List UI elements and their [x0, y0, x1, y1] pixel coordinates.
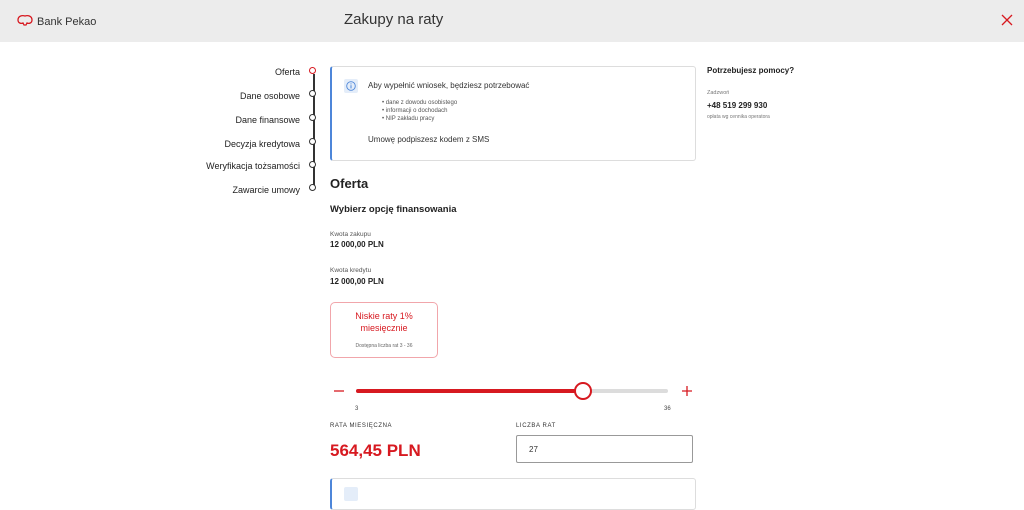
step-dane-finansowe[interactable]: Dane finansowe	[180, 115, 300, 125]
installments-slider-track[interactable]	[356, 389, 668, 393]
info-footer: Umowę podpiszesz kodem z SMS	[368, 135, 490, 144]
info-title: Aby wypełnić wniosek, będziesz potrzebow…	[368, 81, 530, 90]
step-dot	[309, 114, 316, 121]
slider-max-label: 36	[664, 406, 671, 412]
brand-logo[interactable]: Bank Pekao	[17, 13, 96, 31]
decrease-button[interactable]	[332, 384, 346, 398]
step-decyzja-kredytowa[interactable]: Decyzja kredytowa	[180, 139, 300, 149]
increase-button[interactable]	[680, 384, 694, 398]
installments-count-input[interactable]	[516, 435, 693, 463]
option-title-line2: miesięcznie	[360, 323, 408, 333]
step-dot	[309, 90, 316, 97]
monthly-payment-label: RATA MIESIĘCZNA	[330, 423, 393, 429]
second-info-box	[330, 478, 696, 510]
credit-amount-label: Kwota kredytu	[330, 267, 372, 274]
close-icon[interactable]	[1000, 13, 1014, 27]
info-icon	[344, 487, 358, 501]
step-dot	[309, 161, 316, 168]
monthly-payment-value: 564,45 PLN	[330, 441, 421, 460]
list-item: dane z dowodu osobistego	[382, 99, 457, 107]
page-title: Zakupy na raty	[344, 11, 444, 28]
financing-subtitle: Wybierz opcję finansowania	[330, 204, 457, 215]
financing-option-card[interactable]: Niskie raty 1% miesięcznie Dostępna licz…	[330, 302, 438, 358]
step-dane-osobowe[interactable]: Dane osobowe	[180, 91, 300, 101]
bison-logo-icon	[17, 13, 33, 31]
option-subtitle: Dostępna liczba rat 3 - 36	[355, 343, 413, 349]
section-title: Oferta	[330, 176, 369, 191]
step-oferta[interactable]: Oferta	[180, 67, 300, 77]
credit-amount-value: 12 000,00 PLN	[330, 277, 384, 286]
help-title: Potrzebujesz pomocy?	[707, 66, 795, 75]
installments-count-label: LICZBA RAT	[516, 423, 556, 429]
step-zawarcie-umowy[interactable]: Zawarcie umowy	[180, 185, 300, 195]
step-weryfikacja[interactable]: Weryfikacja tożsamości	[180, 161, 300, 171]
list-item: NIP zakładu pracy	[382, 115, 457, 123]
top-bar: Bank Pekao Zakupy na raty	[0, 0, 1024, 42]
list-item: informacji o dochodach	[382, 107, 457, 115]
call-cost-note: opłata wg cennika operatora	[707, 114, 770, 120]
step-dot	[309, 138, 316, 145]
option-title-line1: Niskie raty 1%	[355, 311, 413, 321]
step-dot	[309, 184, 316, 191]
info-icon	[344, 79, 358, 93]
slider-min-label: 3	[355, 406, 359, 412]
slider-handle[interactable]	[573, 382, 592, 400]
requirements-list: dane z dowodu osobistego informacji o do…	[382, 99, 457, 123]
call-label: Zadzwoń	[707, 90, 730, 96]
option-title: Niskie raty 1% miesięcznie	[331, 310, 437, 334]
step-dot-active	[309, 67, 316, 74]
purchase-amount-label: Kwota zakupu	[330, 231, 371, 238]
brand-name: Bank Pekao	[37, 16, 97, 28]
help-phone-link[interactable]: +48 519 299 930	[707, 101, 767, 110]
requirements-info-box: Aby wypełnić wniosek, będziesz potrzebow…	[330, 66, 696, 161]
purchase-amount-value: 12 000,00 PLN	[330, 240, 384, 249]
slider-fill	[356, 389, 583, 393]
